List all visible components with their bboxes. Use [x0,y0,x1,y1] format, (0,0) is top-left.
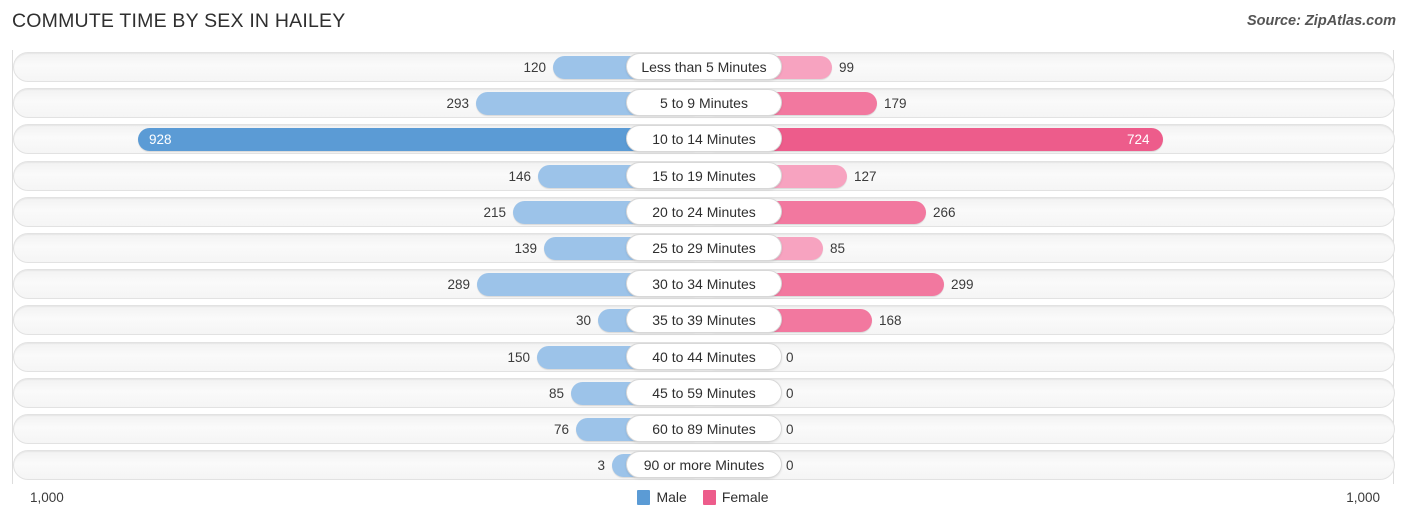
bar-row: 150 0 40 to 44 Minutes [13,340,1395,376]
chart-footer: 1,000 Male Female 1,000 [12,484,1394,518]
bar-row: 120 99 Less than 5 Minutes [13,50,1395,86]
female-value-label: 127 [854,168,877,184]
male-value-label: 3 [597,458,605,474]
legend-label-female: Female [721,489,769,505]
male-value-label: 215 [483,204,506,220]
female-value-label: 0 [786,385,794,401]
category-label-pill: 35 to 39 Minutes [626,306,782,334]
bar-row: 928 724 10 to 14 Minutes [13,122,1395,158]
male-value-label: 146 [508,168,531,184]
category-label-pill: 45 to 59 Minutes [626,378,782,406]
page-title: COMMUTE TIME BY SEX IN HAILEY [12,10,346,32]
category-label-pill: 25 to 29 Minutes [626,233,782,261]
male-color-swatch [637,489,651,505]
chart-header: COMMUTE TIME BY SEX IN HAILEY Source: Zi… [0,0,1406,46]
male-value-label: 293 [446,96,469,112]
chart-legend: Male Female [12,489,1394,505]
bar-row: 293 179 5 to 9 Minutes [13,86,1395,122]
bar-row: 289 299 30 to 34 Minutes [13,267,1395,303]
male-value-label: 30 [575,313,591,329]
bar-row: 76 0 60 to 89 Minutes [13,412,1395,448]
female-color-swatch [702,489,716,505]
female-value-label: 168 [879,313,902,329]
category-label-pill: 20 to 24 Minutes [626,197,782,225]
commute-time-chart: COMMUTE TIME BY SEX IN HAILEY Source: Zi… [0,0,1406,523]
male-bar[interactable] [138,128,704,152]
plot-area: 120 99 Less than 5 Minutes 293 179 5 to 9 Min… [12,50,1395,484]
legend-item-female[interactable]: Female [702,489,769,505]
bar-row: 146 127 15 to 19 Minutes [13,159,1395,195]
category-label-pill: Less than 5 Minutes [626,53,782,80]
category-label-pill: 5 to 9 Minutes [626,89,782,117]
category-label-pill: 90 or more Minutes [626,451,782,479]
category-label-pill: 60 to 89 Minutes [626,414,782,442]
legend-item-male[interactable]: Male [637,489,687,505]
female-value-label: 179 [884,96,907,112]
source-attribution: Source: ZipAtlas.com [1246,13,1396,29]
male-value-label: 139 [514,240,537,256]
female-value-label: 299 [951,277,974,293]
bar-row: 30 168 35 to 39 Minutes [13,303,1395,339]
male-value-label: 928 [149,132,172,148]
category-label-pill: 30 to 34 Minutes [626,270,782,298]
female-value-label: 0 [786,349,794,365]
bar-rows: 120 99 Less than 5 Minutes 293 179 5 to 9 Min… [13,50,1395,484]
bar-row: 215 266 20 to 24 Minutes [13,195,1395,231]
category-label-pill: 15 to 19 Minutes [626,161,782,189]
bar-row: 85 0 45 to 59 Minutes [13,376,1395,412]
female-value-label: 0 [786,421,794,437]
bar-row: 139 85 25 to 29 Minutes [13,231,1395,267]
female-value-label: 99 [839,60,855,75]
female-value-label: 85 [830,240,846,256]
male-value-label: 85 [548,385,564,401]
female-value-label: 724 [1127,132,1150,148]
category-label-pill: 10 to 14 Minutes [626,125,782,153]
legend-label-male: Male [656,489,687,505]
bar-row: 3 0 90 or more Minutes [13,448,1395,484]
male-value-label: 150 [507,349,530,365]
male-value-label: 76 [553,421,569,437]
category-label-pill: 40 to 44 Minutes [626,342,782,370]
male-value-label: 120 [523,60,546,75]
male-value-label: 289 [447,277,470,293]
female-value-label: 266 [933,204,956,220]
female-value-label: 0 [786,458,794,474]
axis-label-right: 1,000 [1346,490,1380,505]
